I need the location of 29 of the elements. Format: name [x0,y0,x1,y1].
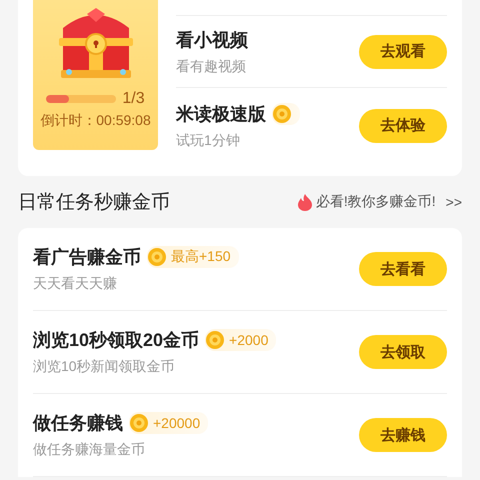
countdown-timer: 倒计时：00:59:08 [40,112,151,130]
task-subtitle: 看有趣视频 [176,58,247,76]
coin-icon [129,413,149,433]
tips-link-text[interactable]: 必看!教你多赚金币! [316,193,436,211]
task-button[interactable]: 去领取 [359,335,447,369]
task-title: 浏览10秒领取20金币 [33,329,200,352]
task-title: 米读极速版 [176,102,266,126]
coin-icon [272,104,292,124]
tips-link[interactable]: 必看!教你多赚金币! >> [298,193,462,211]
task-button[interactable]: 去赚钱 [359,418,447,452]
flame-icon [298,194,312,210]
progress-count: 1/3 [122,90,145,108]
task-button[interactable]: 去观看 [359,34,447,68]
task-title: 看小视频 [176,28,248,52]
task-subtitle: 浏览10秒新闻领取金币 [33,358,176,376]
reward-badge: 最高+150 [147,246,239,268]
task-subtitle: 试玩1分钟 [176,132,241,150]
task-button[interactable]: 去体验 [359,108,447,142]
section-title: 日常任务秒赚金币 [18,191,170,215]
more-arrow[interactable]: >> [446,194,462,210]
task-subtitle: 做任务赚海量金币 [33,441,146,459]
reward-badge: +20000 [129,412,208,434]
coin-icon [205,330,226,350]
coin-icon [147,247,167,267]
task-title: 看广告赚金币 [33,246,141,269]
task-title: 做任务赚钱 [33,412,123,435]
task-subtitle: 天天看天天赚 [33,275,118,293]
task-button[interactable]: 去看看 [359,252,447,286]
reward-badge: +2000 [205,329,276,351]
